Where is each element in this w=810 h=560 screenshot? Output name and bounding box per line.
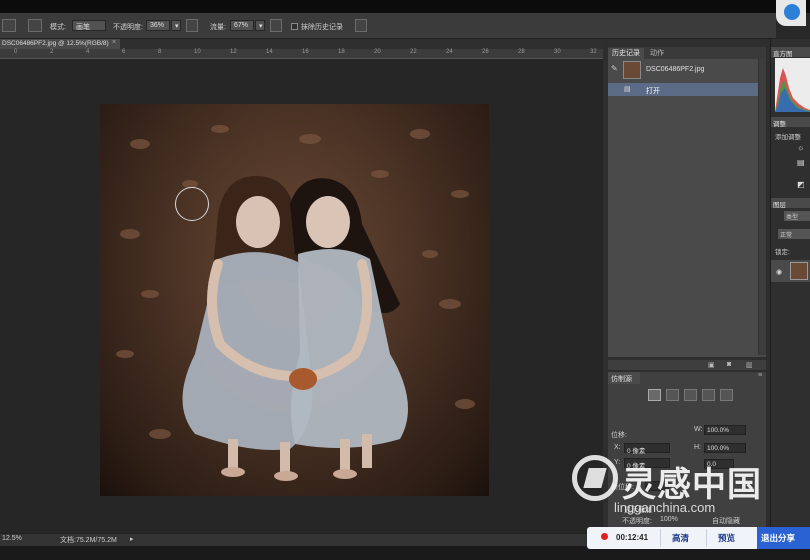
clone-source-1-icon[interactable]: [648, 389, 661, 401]
ruler-tick: 18: [338, 49, 345, 55]
ruler-tick: 8: [158, 49, 162, 55]
ruler-tick: 28: [518, 49, 525, 55]
erase-history-checkbox[interactable]: [291, 23, 298, 30]
photo-filter-icon[interactable]: ◩: [797, 180, 805, 189]
history-panel-tabs: 历史记录 动作: [608, 47, 766, 59]
photo-illustration: [116, 125, 475, 481]
clone-source-2-icon[interactable]: [666, 389, 679, 401]
brush-preset-icon[interactable]: [28, 19, 42, 32]
ruler-tick: 24: [446, 49, 453, 55]
ruler-tick: 0: [14, 49, 18, 55]
divider: [660, 529, 661, 547]
divider: [706, 529, 707, 547]
document-tab[interactable]: DSC06486PF2.jpg @ 12.5%(RGB/8): [0, 39, 120, 49]
ruler-tick: 14: [266, 49, 273, 55]
snapshot-name: DSC06486PF2.jpg: [646, 66, 705, 73]
mode-label: 模式:: [50, 24, 66, 31]
history-scrollbar[interactable]: [758, 59, 766, 355]
add-adjustment-label: 添加调整: [775, 134, 801, 141]
brightness-icon[interactable]: ☼: [797, 143, 804, 152]
layer-thumbnail: [790, 262, 808, 280]
blend-mode-select[interactable]: 正常: [778, 229, 810, 239]
preview-button[interactable]: 预览: [718, 532, 735, 544]
x-label: X:: [614, 444, 621, 451]
clone-source-4-icon[interactable]: [702, 389, 715, 401]
ruler-tick: 10: [194, 49, 201, 55]
delete-state-icon[interactable]: ▥: [746, 361, 753, 369]
levels-icon[interactable]: ▤: [797, 158, 805, 167]
tab-layers[interactable]: 图层: [771, 198, 810, 209]
tab-adjustments[interactable]: 调整: [771, 117, 810, 128]
snapshot-thumbnail: [623, 61, 641, 79]
layer-filter-select[interactable]: 类型: [784, 211, 810, 221]
ruler-tick: 6: [122, 49, 126, 55]
eye-icon[interactable]: ◉: [776, 268, 782, 276]
history-brush-tool-icon[interactable]: [2, 19, 16, 32]
ruler-tick: 20: [374, 49, 381, 55]
erase-history-label: 抹除历史记录: [301, 24, 343, 31]
ruler-tick: 2: [50, 49, 54, 55]
y-label: Y:: [614, 459, 621, 466]
record-indicator-icon: [601, 533, 608, 540]
new-document-from-state-icon[interactable]: ▣: [708, 361, 715, 369]
title-bar: [0, 0, 810, 13]
ruler-tick: 26: [482, 49, 489, 55]
clone-source-3-icon[interactable]: [684, 389, 697, 401]
ruler-tick: 22: [410, 49, 417, 55]
close-tab-icon[interactable]: ×: [112, 39, 116, 46]
horizontal-ruler: 0 2 4 6 8 10 12 14 16 18 20 22 24 26 28 …: [0, 49, 603, 59]
layer-lock-label: 锁定:: [775, 249, 790, 256]
flow-label: 流量:: [210, 24, 226, 31]
exit-share-button[interactable]: 退出分享: [757, 527, 810, 549]
side-panel-column: [770, 39, 810, 533]
flow-dropdown-icon[interactable]: ▾: [255, 20, 265, 31]
ruler-tick: 30: [554, 49, 561, 55]
ruler-tick: 16: [302, 49, 309, 55]
tab-actions[interactable]: 动作: [646, 48, 668, 59]
opacity-label: 不透明度:: [113, 24, 143, 31]
x-offset-input[interactable]: 0 像素: [624, 443, 670, 455]
overlay-opacity-value[interactable]: 100%: [660, 516, 678, 523]
pressure-opacity-icon[interactable]: [186, 19, 198, 32]
panel-menu-icon[interactable]: ≡: [758, 372, 762, 379]
ruler-tick: 32: [590, 49, 597, 55]
opacity-input[interactable]: 36%: [146, 20, 170, 31]
tab-histogram[interactable]: 直方图: [771, 47, 810, 58]
watermark-text: 灵感中国: [622, 465, 762, 505]
history-panel-footer: [608, 360, 766, 370]
w-label: W:: [694, 426, 703, 433]
recording-time: 00:12:41: [616, 533, 649, 542]
app-logo: [776, 0, 806, 26]
pressure-size-icon[interactable]: [355, 19, 367, 32]
status-menu-arrow-icon[interactable]: ▸: [130, 535, 134, 543]
history-source-brush-icon[interactable]: ✎: [611, 64, 618, 73]
width-scale-input[interactable]: 100.0%: [704, 425, 746, 435]
tab-history[interactable]: 历史记录: [608, 48, 644, 59]
offset-label: 位移:: [611, 432, 627, 439]
zoom-level[interactable]: 12.5%: [2, 535, 22, 542]
snapshot-camera-icon[interactable]: ◙: [727, 361, 731, 368]
document-info: 文档:75.2M/75.2M: [60, 537, 117, 544]
clone-source-5-icon[interactable]: [720, 389, 733, 401]
auto-hide-label[interactable]: 自动隐藏: [712, 516, 740, 526]
document-image[interactable]: [100, 104, 489, 496]
h-label: H:: [694, 444, 701, 451]
height-scale-input[interactable]: 100.0%: [704, 443, 746, 453]
ruler-tick: 12: [230, 49, 237, 55]
options-bar: 模式: 画笔 不透明度: 36% ▾ 流量: 67% ▾ 抹除历史记录: [0, 13, 776, 39]
watermark-url: lingganchina.com: [614, 500, 716, 515]
opacity-dropdown-icon[interactable]: ▾: [171, 20, 181, 31]
quality-button[interactable]: 高清: [672, 532, 689, 544]
ruler-tick: 4: [86, 49, 90, 55]
history-step-label: 打开: [646, 88, 660, 95]
histogram-graph: [775, 58, 810, 112]
tab-clone-source[interactable]: 仿制源: [608, 372, 640, 384]
open-step-icon: ▤: [624, 86, 631, 93]
brush-cursor: [175, 187, 209, 221]
flow-input[interactable]: 67%: [230, 20, 254, 31]
mode-select[interactable]: 画笔: [72, 20, 106, 31]
airbrush-icon[interactable]: [270, 19, 282, 32]
overlay-opacity-label: 不透明度:: [622, 518, 652, 525]
